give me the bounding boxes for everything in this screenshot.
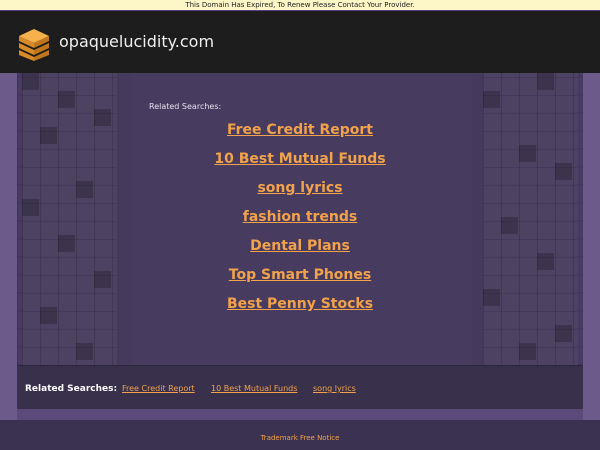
page-footer: Trademark Free Notice: [0, 420, 600, 450]
bar-link-song-lyrics[interactable]: song lyrics: [313, 384, 356, 394]
site-name[interactable]: opaquelucidity.com: [59, 32, 214, 52]
related-searches-bar-label: Related Searches:: [25, 384, 118, 394]
related-searches-bar: Related Searches: Free Credit Report 10 …: [17, 365, 583, 410]
bar-link-free-credit-report[interactable]: Free Credit Report: [122, 384, 195, 394]
left-border-strip: [0, 73, 17, 420]
trademark-notice-link[interactable]: Trademark Free Notice: [0, 434, 600, 443]
related-link-top-smart-phones[interactable]: Top Smart Phones: [17, 266, 583, 284]
related-link-song-lyrics[interactable]: song lyrics: [17, 179, 583, 197]
site-header: opaquelucidity.com: [0, 10, 600, 74]
right-border-strip: [583, 73, 600, 420]
related-link-10-best-mutual-funds[interactable]: 10 Best Mutual Funds: [17, 150, 583, 168]
stacked-cube-logo-icon: [19, 29, 49, 61]
related-link-dental-plans[interactable]: Dental Plans: [17, 237, 583, 255]
content-gap: [17, 409, 583, 420]
related-link-free-credit-report[interactable]: Free Credit Report: [17, 121, 583, 139]
main-content-panel: Related Searches: Free Credit Report 10 …: [17, 73, 583, 365]
related-link-best-penny-stocks[interactable]: Best Penny Stocks: [17, 295, 583, 313]
related-link-fashion-trends[interactable]: fashion trends: [17, 208, 583, 226]
bar-link-10-best-mutual-funds[interactable]: 10 Best Mutual Funds: [211, 384, 297, 394]
related-searches-label: Related Searches:: [149, 102, 222, 111]
